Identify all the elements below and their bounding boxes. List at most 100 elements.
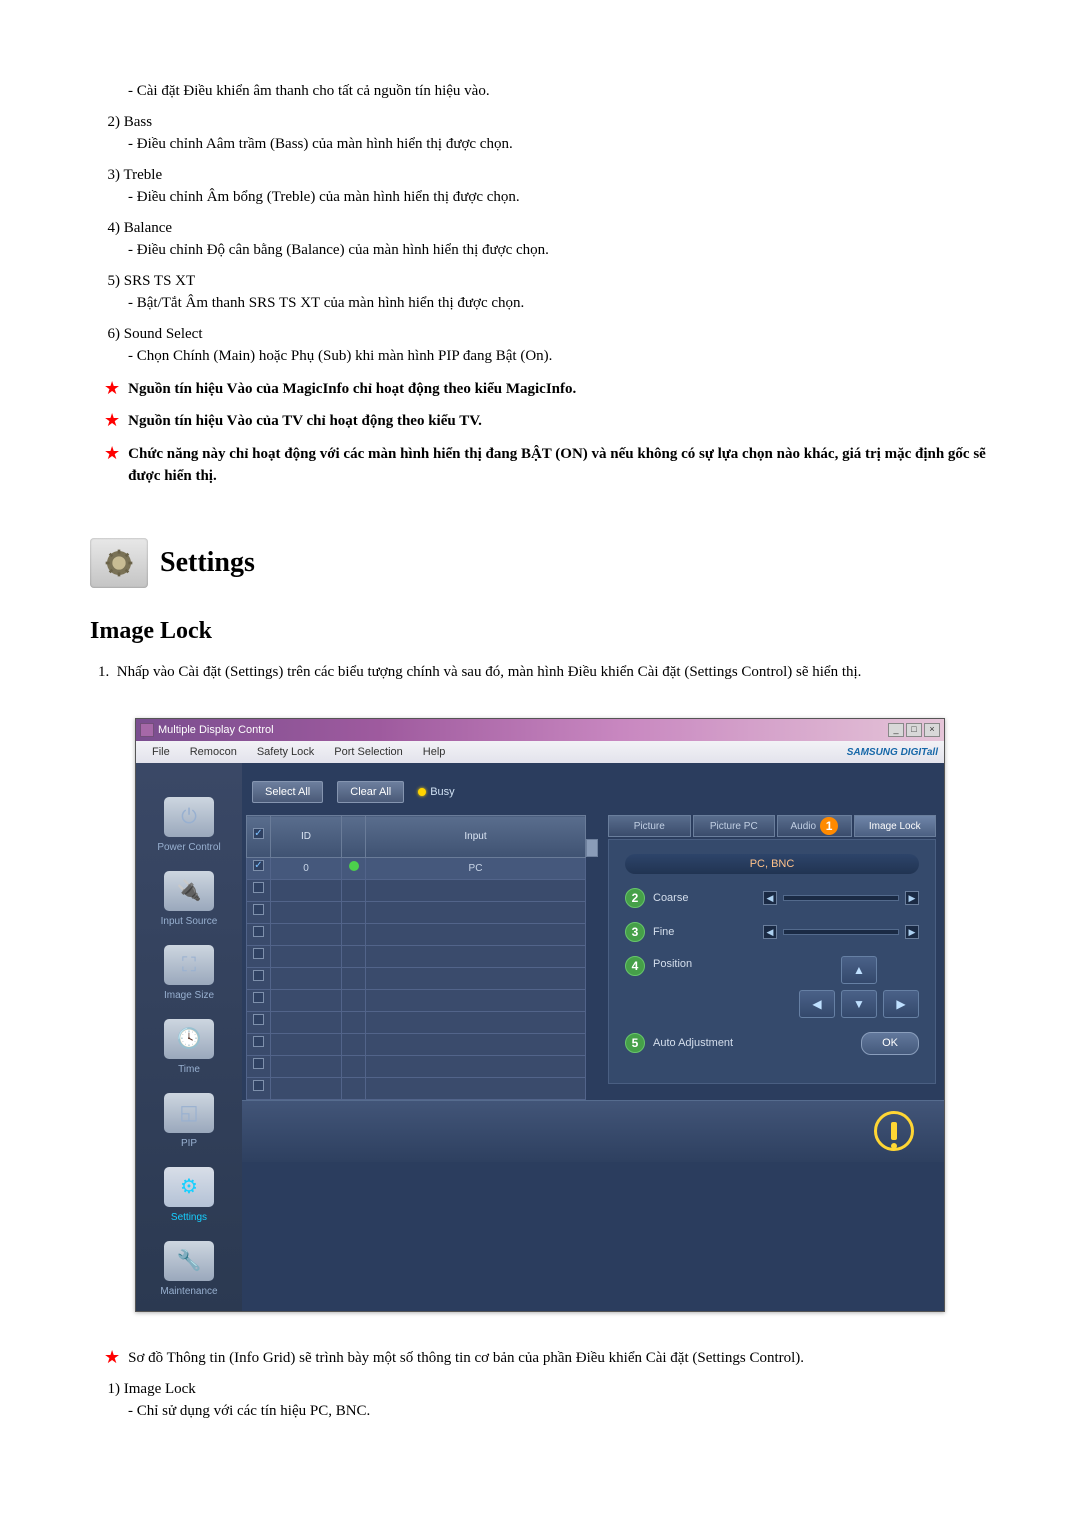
bottom-content: ★ Sơ đồ Thông tin (Info Grid) sẽ trình b…: [98, 1347, 990, 1423]
close-button[interactable]: ×: [924, 723, 940, 737]
tab-picture[interactable]: Picture: [608, 815, 691, 837]
sidebar-item-power-control[interactable]: ⏻ Power Control: [136, 793, 242, 867]
star-icon: ★: [104, 410, 120, 432]
window-title: Multiple Display Control: [158, 722, 274, 739]
coarse-slider[interactable]: [783, 895, 899, 901]
row-checkbox[interactable]: [253, 1014, 264, 1025]
coarse-control: 2 Coarse ◀ ▶: [625, 888, 919, 908]
clock-icon: 🕓: [164, 1019, 214, 1059]
position-down-button[interactable]: ▼: [841, 990, 877, 1018]
sidebar-item-label: Input Source: [136, 914, 242, 929]
titlebar[interactable]: Multiple Display Control _ □ ×: [136, 719, 944, 741]
status-bar: [242, 1100, 944, 1162]
brand-label: SAMSUNG DIGITall: [847, 745, 938, 760]
display-grid: ID Input 0 PC: [246, 815, 586, 1100]
tab-audio[interactable]: Audio 1: [777, 815, 851, 837]
table-row[interactable]: [247, 945, 586, 967]
row-checkbox[interactable]: [253, 970, 264, 981]
table-row[interactable]: [247, 1055, 586, 1077]
menu-remocon[interactable]: Remocon: [180, 744, 247, 761]
fine-slider[interactable]: [783, 929, 899, 935]
menu-port-selection[interactable]: Port Selection: [324, 744, 412, 761]
star-note-3: ★ Chức năng này chỉ hoạt động với các mà…: [98, 443, 990, 488]
table-row[interactable]: [247, 879, 586, 901]
ok-button[interactable]: OK: [861, 1032, 919, 1055]
table-row[interactable]: [247, 989, 586, 1011]
sidebar-item-image-size[interactable]: ⛶ Image Size: [136, 941, 242, 1015]
row-checkbox[interactable]: [253, 860, 264, 871]
coarse-decrease-button[interactable]: ◀: [763, 891, 777, 905]
busy-indicator-icon: [418, 788, 426, 796]
star-icon: ★: [104, 378, 120, 400]
wrench-icon: 🔧: [164, 1241, 214, 1281]
menu-file[interactable]: File: [142, 744, 180, 761]
table-row[interactable]: 0 PC: [247, 857, 586, 879]
settings-section: Settings: [90, 538, 990, 588]
header-checkbox[interactable]: [247, 816, 271, 858]
clear-all-button[interactable]: Clear All: [337, 781, 404, 804]
sidebar-item-input-source[interactable]: 🔌 Input Source: [136, 867, 242, 941]
item-2: 2) Bass: [98, 111, 990, 134]
scrollbar-thumb[interactable]: [586, 839, 598, 857]
screenshot: Multiple Display Control _ □ × File Remo…: [90, 718, 990, 1312]
fine-decrease-button[interactable]: ◀: [763, 925, 777, 939]
menu-safety-lock[interactable]: Safety Lock: [247, 744, 324, 761]
mode-label: PC, BNC: [625, 854, 919, 874]
badge-5: 5: [625, 1033, 645, 1053]
star-icon: ★: [104, 1347, 120, 1369]
sidebar-item-label: Time: [136, 1062, 242, 1077]
sidebar: ⏻ Power Control 🔌 Input Source ⛶ Image S…: [136, 763, 242, 1311]
row-checkbox[interactable]: [253, 1058, 264, 1069]
star-note-2: ★ Nguồn tín hiệu Vào của TV chỉ hoạt độn…: [98, 410, 990, 433]
row-checkbox[interactable]: [253, 926, 264, 937]
table-row[interactable]: [247, 967, 586, 989]
sidebar-item-label: Maintenance: [136, 1284, 242, 1299]
position-right-button[interactable]: ▶: [883, 990, 919, 1018]
window-controls: _ □ ×: [888, 723, 940, 737]
position-left-button[interactable]: ◀: [799, 990, 835, 1018]
app-window: Multiple Display Control _ □ × File Remo…: [135, 718, 945, 1312]
row-checkbox[interactable]: [253, 948, 264, 959]
select-all-button[interactable]: Select All: [252, 781, 323, 804]
badge-3: 3: [625, 922, 645, 942]
tab-picture-pc[interactable]: Picture PC: [693, 815, 776, 837]
instruction-1: 1. Nhấp vào Cài đặt (Settings) trên các …: [98, 661, 990, 684]
row-checkbox[interactable]: [253, 1036, 264, 1047]
star-note-1: ★ Nguồn tín hiệu Vào của MagicInfo chỉ h…: [98, 378, 990, 401]
table-row[interactable]: [247, 923, 586, 945]
position-control: 4 Position ▲ ◀ ▼ ▶: [625, 956, 919, 1018]
sidebar-item-settings[interactable]: ⚙ Settings: [136, 1163, 242, 1237]
table-row[interactable]: [247, 1033, 586, 1055]
info-icon: [874, 1111, 914, 1151]
input-source-icon: 🔌: [164, 871, 214, 911]
star-icon: ★: [104, 443, 120, 465]
sidebar-item-time[interactable]: 🕓 Time: [136, 1015, 242, 1089]
table-row[interactable]: [247, 1011, 586, 1033]
sidebar-item-pip[interactable]: ◱ PIP: [136, 1089, 242, 1163]
item-indent: - Cài đặt Điều khiển âm thanh cho tất cả…: [128, 80, 990, 103]
header-id[interactable]: ID: [271, 816, 342, 858]
row-checkbox[interactable]: [253, 904, 264, 915]
gear-icon: ⚙: [164, 1167, 214, 1207]
control-panel: PC, BNC 2 Coarse ◀ ▶: [608, 839, 936, 1084]
auto-adjustment-control: 5 Auto Adjustment OK: [625, 1032, 919, 1055]
tab-image-lock[interactable]: Image Lock: [854, 815, 937, 837]
row-checkbox[interactable]: [253, 992, 264, 1003]
coarse-increase-button[interactable]: ▶: [905, 891, 919, 905]
sidebar-item-label: Image Size: [136, 988, 242, 1003]
table-row[interactable]: [247, 1077, 586, 1099]
badge-1: 1: [820, 817, 838, 835]
subsection-title: Image Lock: [90, 613, 990, 649]
badge-2: 2: [625, 888, 645, 908]
row-checkbox[interactable]: [253, 1080, 264, 1091]
row-checkbox[interactable]: [253, 882, 264, 893]
minimize-button[interactable]: _: [888, 723, 904, 737]
menu-help[interactable]: Help: [413, 744, 456, 761]
table-row[interactable]: [247, 901, 586, 923]
maximize-button[interactable]: □: [906, 723, 922, 737]
position-up-button[interactable]: ▲: [841, 956, 877, 984]
header-input[interactable]: Input: [366, 816, 586, 858]
fine-increase-button[interactable]: ▶: [905, 925, 919, 939]
sidebar-item-maintenance[interactable]: 🔧 Maintenance: [136, 1237, 242, 1311]
power-icon: ⏻: [164, 797, 214, 837]
